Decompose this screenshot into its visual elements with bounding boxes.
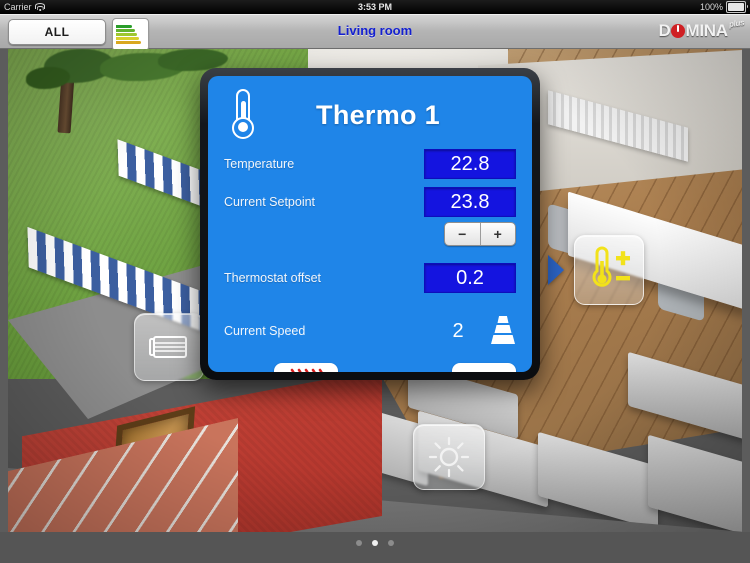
setpoint-stepper[interactable]: − + [444, 222, 516, 246]
blind-widget[interactable] [134, 313, 204, 381]
thermostat-icon [592, 246, 630, 287]
app-root: Carrier 3:53 PM 100% Living room ALL D M… [0, 0, 750, 563]
offset-row: Thermostat offset 0.2 [224, 260, 516, 296]
setpoint-value: 23.8 [424, 187, 516, 217]
bottom-bar [0, 532, 750, 563]
toolbar: Living room ALL D MINA plus [0, 14, 750, 51]
setpoint-stepper-row: − + [224, 222, 516, 246]
setpoint-increment-button[interactable]: + [481, 223, 516, 245]
domina-logo: D MINA plus [658, 17, 745, 45]
page-dot-active[interactable] [372, 540, 378, 546]
offset-value: 0.2 [424, 263, 516, 293]
logo-letters-mina: MINA [685, 21, 729, 40]
logo-letter-d: D [658, 21, 671, 40]
mode-button[interactable]: MAN [452, 363, 516, 372]
all-button[interactable]: ALL [8, 19, 106, 45]
dialog-header: Thermo 1 [224, 86, 516, 144]
all-button-label: ALL [44, 25, 70, 39]
status-bar-time: 3:53 PM [357, 2, 392, 12]
setpoint-decrement-button[interactable]: − [445, 223, 481, 245]
battery-percent-label: 100% [699, 2, 723, 12]
page-dot[interactable] [388, 540, 394, 546]
blind-icon [149, 336, 187, 358]
speed-row: Current Speed 2 [224, 312, 516, 350]
temperature-row: Temperature 22.8 [224, 146, 516, 182]
fan-speed-icon[interactable] [490, 316, 516, 346]
thermostat-dialog-body: Thermo 1 Temperature 22.8 Current Setpoi… [208, 76, 532, 372]
sun-icon [428, 436, 470, 478]
selection-arrow-icon [548, 255, 564, 285]
setpoint-label: Current Setpoint [224, 195, 316, 209]
dialog-title: Thermo 1 [316, 99, 440, 130]
heating-waves-icon [291, 368, 324, 372]
speed-label: Current Speed [224, 324, 306, 338]
energy-class-icon[interactable] [112, 18, 149, 51]
speed-value: 2 [452, 319, 464, 342]
temperature-value: 22.8 [424, 149, 516, 179]
offset-label: Thermostat offset [224, 271, 322, 285]
season-mode-row: Season Mode MAN [224, 358, 516, 372]
logo-plus-label: plus [728, 17, 745, 29]
season-button[interactable] [274, 363, 339, 372]
page-dot[interactable] [356, 540, 362, 546]
setpoint-row: Current Setpoint 23.8 [224, 184, 516, 220]
domina-logo-text: D MINA plus [658, 17, 745, 41]
temperature-label: Temperature [224, 157, 295, 171]
status-bar: Carrier 3:53 PM 100% [0, 0, 750, 14]
status-bar-right: 100% [699, 1, 748, 13]
thermostat-widget[interactable] [574, 235, 644, 305]
thermometer-icon [228, 89, 258, 141]
light-widget[interactable] [413, 424, 485, 490]
battery-full-icon [726, 1, 748, 13]
power-symbol-icon [671, 24, 685, 38]
furniture-block [648, 434, 742, 532]
thermostat-dialog: Thermo 1 Temperature 22.8 Current Setpoi… [200, 68, 540, 380]
page-dots[interactable] [0, 540, 750, 546]
